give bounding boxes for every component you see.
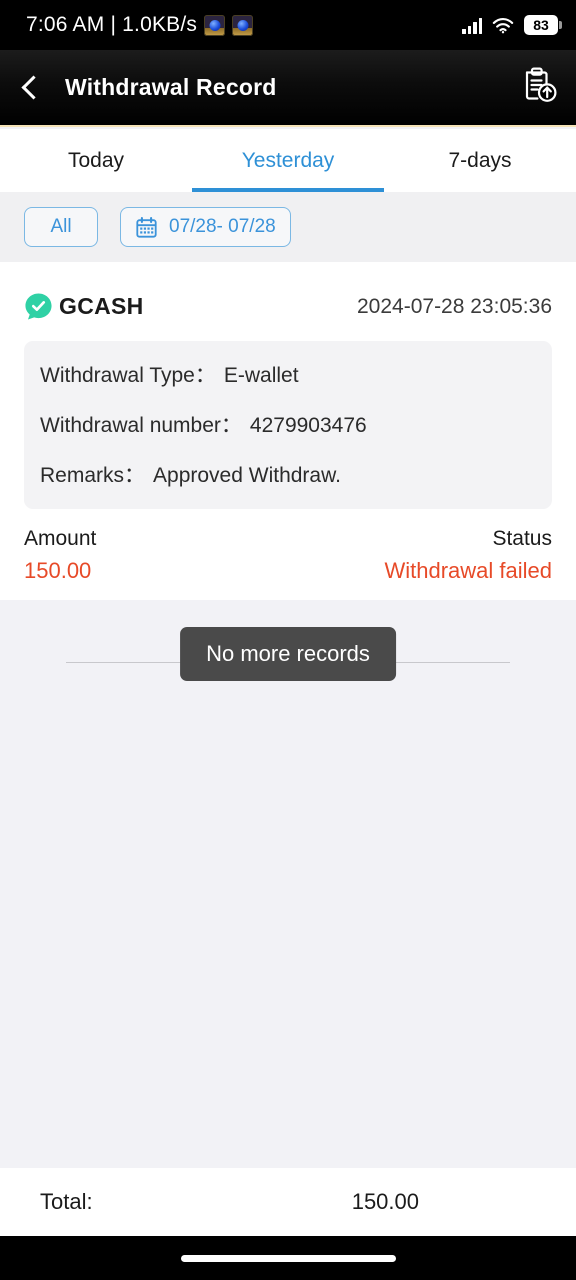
record-header: GCASH 2024-07-28 23:05:36: [0, 262, 576, 321]
home-gesture-pill[interactable]: [180, 1254, 396, 1262]
record-timestamp: 2024-07-28 23:05:36: [357, 294, 552, 318]
tab-yesterday[interactable]: Yesterday: [192, 129, 384, 192]
date-range-button[interactable]: 07/28- 07/28: [120, 207, 291, 247]
chevron-left-icon: [21, 75, 46, 100]
status-bar-right: 83: [462, 15, 562, 35]
app-notification-icon: [232, 14, 254, 36]
app-bar: Withdrawal Record: [0, 50, 576, 127]
period-tabs: Today Yesterday 7-days: [0, 129, 576, 192]
status-badge: Withdrawal failed: [384, 558, 552, 583]
record-channel: GCASH: [24, 292, 144, 321]
tab-7-days[interactable]: 7-days: [384, 129, 576, 192]
record-list: GCASH 2024-07-28 23:05:36 Withdrawal Typ…: [0, 262, 576, 600]
amount-value: 150.00: [24, 558, 92, 583]
tab-today[interactable]: Today: [0, 129, 192, 192]
detail-row-remarks: Remarks： Approved Withdraw.: [24, 459, 552, 489]
tab-label: 7-days: [448, 148, 512, 172]
detail-value: E-wallet: [223, 364, 299, 387]
gcash-check-bubble-icon: [24, 292, 53, 321]
detail-label: Remarks：: [40, 464, 146, 487]
clipboard-upload-button[interactable]: [502, 50, 576, 125]
record-summary-row: Amount 150.00 Status Withdrawal failed: [0, 509, 576, 584]
amount-block: Amount 150.00: [24, 527, 96, 584]
app-notification-icon: [204, 14, 226, 36]
record-channel-name: GCASH: [59, 293, 144, 319]
detail-value: Approved Withdraw.: [153, 464, 341, 487]
clipboard-upload-icon: [520, 65, 558, 110]
calendar-icon: [135, 216, 158, 239]
filter-all-button[interactable]: All: [24, 207, 98, 247]
total-label: Total:: [40, 1189, 93, 1214]
page-title: Withdrawal Record: [65, 74, 277, 100]
detail-label: Withdrawal Type：: [40, 364, 216, 387]
status-bar-left: 7:06 AM | 1.0KB/s: [26, 13, 254, 37]
wifi-icon: [492, 17, 514, 34]
divider-line-left: [66, 661, 194, 663]
detail-label: Withdrawal number：: [40, 414, 242, 437]
total-value: 150.00: [351, 1189, 419, 1214]
record-item[interactable]: GCASH 2024-07-28 23:05:36 Withdrawal Typ…: [0, 262, 576, 584]
filter-all-label: All: [50, 216, 72, 237]
tab-label: Today: [67, 148, 125, 172]
detail-row-withdrawal-number: Withdrawal number： 4279903476: [24, 409, 552, 439]
divider-line-right: [382, 661, 511, 663]
status-label: Status: [492, 527, 552, 550]
status-bar: 7:06 AM | 1.0KB/s 83: [0, 0, 576, 50]
system-navigation-bar: [0, 1236, 576, 1280]
withdrawal-record-screen: 7:06 AM | 1.0KB/s 83 Withdrawal Record T…: [0, 0, 576, 1280]
toast-message: No more records: [180, 627, 396, 681]
status-block: Status Withdrawal failed: [384, 527, 552, 584]
date-range-label: 07/28- 07/28: [169, 216, 276, 237]
signal-icon: [462, 17, 482, 34]
filter-bar: All 07/28- 07/28: [0, 192, 576, 262]
status-bar-clock: 7:06 AM | 1.0KB/s: [26, 13, 198, 36]
battery-level-label: 83: [533, 17, 549, 33]
record-detail-card: Withdrawal Type： E-wallet Withdrawal num…: [24, 341, 552, 509]
back-button[interactable]: [0, 50, 62, 125]
total-bar: Total: 150.00: [0, 1168, 576, 1236]
detail-row-withdrawal-type: Withdrawal Type： E-wallet: [24, 359, 552, 389]
battery-icon: 83: [524, 15, 562, 35]
amount-label: Amount: [24, 527, 97, 550]
detail-value: 4279903476: [249, 414, 367, 437]
tab-label: Yesterday: [241, 148, 335, 172]
